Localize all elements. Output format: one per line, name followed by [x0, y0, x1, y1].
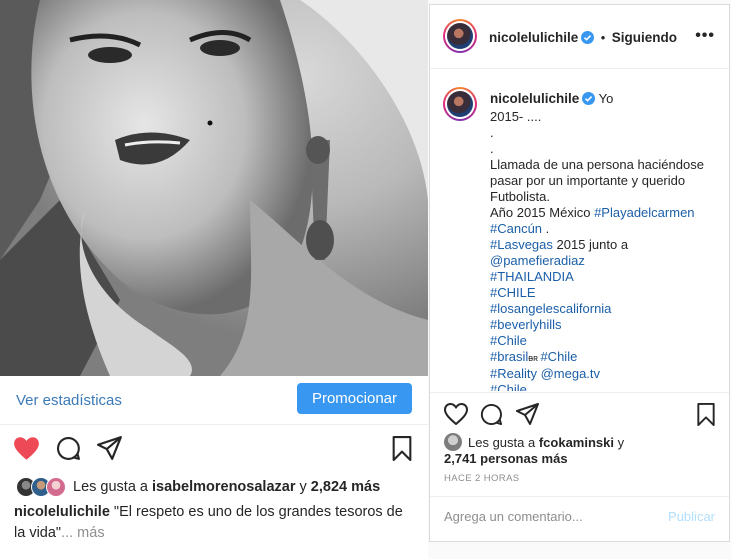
- brasil-suffix: ᴃʀ: [528, 353, 541, 363]
- hashtag-link[interactable]: #Cancún: [490, 221, 542, 236]
- post-side-panel: nicolelulichile • Siguiendo ••• nicolelu…: [429, 4, 730, 542]
- likes-prefix: Les gusta a: [468, 435, 536, 450]
- post-caption: nicolelulichile "El respeto es uno de lo…: [14, 502, 414, 544]
- comment-input[interactable]: [444, 509, 654, 524]
- panel-action-bar: [430, 392, 729, 432]
- post-left-column: Ver estadísticas Promocionar Les gusta a…: [0, 0, 428, 559]
- comment-line: .: [490, 125, 494, 140]
- comment-icon[interactable]: [480, 403, 503, 431]
- comment-line: .: [490, 141, 494, 156]
- send-icon[interactable]: [516, 403, 540, 430]
- hashtag-link[interactable]: #Chile: [540, 349, 577, 364]
- panel-likes-summary[interactable]: Les gusta a fcokaminski y 2,741 personas…: [444, 433, 624, 467]
- hashtag-link[interactable]: #beverlyhills: [490, 317, 562, 332]
- comment-line: #Chile: [490, 382, 715, 391]
- likes-count[interactable]: 2,741 personas más: [444, 451, 568, 466]
- hashtag-link[interactable]: #Playadelcarmen: [594, 205, 694, 220]
- add-comment-box: Publicar: [430, 496, 729, 541]
- avatar[interactable]: [443, 87, 477, 121]
- send-icon[interactable]: [97, 436, 123, 465]
- year-text: Año 2015 México: [490, 205, 595, 220]
- comment-icon[interactable]: [56, 436, 81, 466]
- caption-comment: nicolelulichile Yo 2015- .... . . Llamad…: [490, 91, 715, 391]
- mention-link[interactable]: @mega.tv: [541, 366, 600, 381]
- comment-line: Futbolista.: [490, 189, 550, 204]
- comment-line: #CHILE: [490, 285, 715, 301]
- post-timestamp[interactable]: HACE 2 HORAS: [444, 473, 520, 484]
- comment-line: #brasilᴃʀ #Chile: [490, 349, 715, 366]
- header-user-line: nicolelulichile • Siguiendo: [489, 29, 677, 49]
- comment-username[interactable]: nicolelulichile: [490, 91, 579, 106]
- liker-username[interactable]: fcokaminski: [539, 435, 614, 450]
- hashtag-link[interactable]: #THAILANDIA: [490, 269, 574, 284]
- likes-connector: y: [299, 479, 307, 495]
- comment-line: @pamefieradiaz: [490, 253, 715, 269]
- hashtag-link[interactable]: #CHILE: [490, 285, 536, 300]
- comment-line: #beverlyhills: [490, 317, 715, 333]
- comment-first-word: Yo: [598, 91, 614, 106]
- mention-link[interactable]: @pamefieradiaz: [490, 253, 585, 268]
- hashtag-link[interactable]: #Chile: [490, 333, 527, 348]
- comment-line: 2015- ....: [490, 109, 542, 124]
- liker-avatars: [16, 477, 68, 497]
- avatar: [444, 433, 462, 451]
- comment-line: #Cancún .: [490, 221, 715, 237]
- hashtag-link[interactable]: #brasil: [490, 349, 528, 364]
- header-separator: •: [600, 30, 606, 45]
- caption-comment-area: nicolelulichile Yo 2015- .... . . Llamad…: [430, 69, 729, 391]
- caption-username[interactable]: nicolelulichile: [14, 504, 110, 520]
- verified-badge-icon: [582, 92, 596, 109]
- more-options-icon[interactable]: •••: [695, 27, 715, 45]
- comment-line: #Lasvegas 2015 junto a: [490, 237, 715, 253]
- caption-more-link[interactable]: ... más: [61, 525, 105, 541]
- comment-line: #losangelescalifornia: [490, 301, 715, 317]
- likes-count[interactable]: 2,824 más: [311, 479, 380, 495]
- comment-first-line: nicolelulichile Yo: [490, 91, 715, 109]
- liker-username[interactable]: isabelmorenosalazar: [152, 479, 295, 495]
- comment-line: #Reality @mega.tv: [490, 366, 715, 382]
- post-photo[interactable]: [0, 0, 428, 376]
- likes-prefix: Les gusta a: [73, 479, 148, 495]
- promote-button[interactable]: Promocionar: [297, 383, 412, 414]
- post-header: nicolelulichile • Siguiendo •••: [430, 5, 729, 69]
- following-button[interactable]: Siguiendo: [612, 30, 677, 45]
- post-comment-button[interactable]: Publicar: [668, 509, 715, 524]
- feed-action-bar: [0, 434, 428, 468]
- bookmark-icon[interactable]: [696, 403, 716, 431]
- header-username[interactable]: nicolelulichile: [489, 30, 578, 45]
- hashtag-link[interactable]: #Reality: [490, 366, 537, 381]
- likes-summary[interactable]: Les gusta a isabelmorenosalazar y 2,824 …: [16, 477, 380, 497]
- bookmark-icon[interactable]: [391, 436, 413, 466]
- comment-line: #THAILANDIA: [490, 269, 715, 285]
- heart-icon[interactable]: [443, 402, 469, 430]
- view-insights-link[interactable]: Ver estadísticas: [16, 392, 122, 409]
- comment-line: pasar por un importante y querido: [490, 173, 686, 188]
- lasvegas-suffix: 2015 junto a: [552, 237, 629, 252]
- hashtag-link[interactable]: #Chile: [490, 382, 527, 391]
- avatar: [46, 477, 66, 497]
- likes-connector: y: [617, 435, 625, 450]
- comment-line: Llamada de una persona haciéndose: [490, 157, 704, 172]
- hashtag-link[interactable]: #Lasvegas: [490, 237, 553, 252]
- cancun-suffix: .: [542, 221, 550, 236]
- verified-badge-icon: [581, 31, 595, 49]
- comment-line: Año 2015 México #Playadelcarmen: [490, 205, 715, 221]
- heart-icon[interactable]: [13, 436, 40, 466]
- avatar[interactable]: [443, 19, 477, 53]
- hashtag-link[interactable]: #losangelescalifornia: [490, 301, 611, 316]
- comment-line: #Chile: [490, 333, 715, 349]
